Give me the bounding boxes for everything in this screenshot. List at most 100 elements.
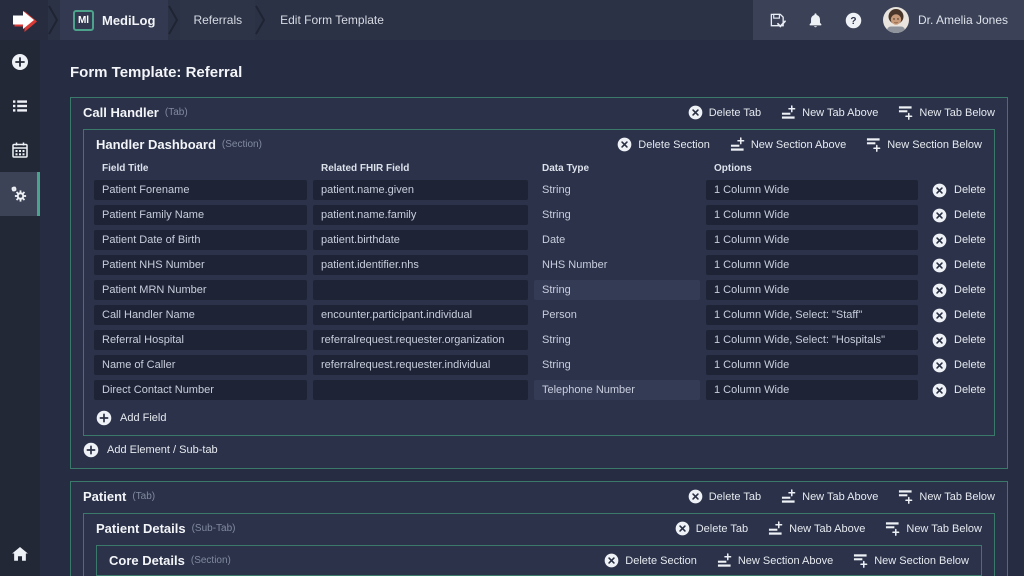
user-menu[interactable]: Dr. Amelia Jones <box>883 7 1008 33</box>
add-field-button[interactable]: Add Field <box>84 405 994 435</box>
data-type-value[interactable]: Person <box>534 305 700 325</box>
data-type-value[interactable]: String <box>534 355 700 375</box>
chevron-divider <box>255 0 267 40</box>
new-tab-above-button[interactable]: New Tab Above <box>781 489 878 504</box>
delete-field-button[interactable]: Delete <box>924 233 986 248</box>
delete-field-button[interactable]: Delete <box>924 383 986 398</box>
fhir-field-input[interactable]: patient.identifier.nhs <box>313 255 528 275</box>
new-tab-above-button[interactable]: New Tab Above <box>768 521 865 536</box>
options-input[interactable]: 1 Column Wide <box>706 230 918 250</box>
list-icon <box>11 97 29 115</box>
delete-field-button[interactable]: Delete <box>924 183 986 198</box>
options-input[interactable]: 1 Column Wide <box>706 205 918 225</box>
fhir-field-input[interactable] <box>313 380 528 400</box>
new-tab-below-button[interactable]: New Tab Below <box>885 521 982 536</box>
brand[interactable]: Ml MediLog <box>60 0 168 40</box>
data-type-value[interactable]: Date <box>534 230 700 250</box>
sidebar-item-settings[interactable] <box>0 172 40 216</box>
add-element-subtab-button[interactable]: Add Element / Sub-tab <box>83 442 995 458</box>
delete-tab-button[interactable]: Delete Tab <box>688 105 761 120</box>
field-title-input[interactable]: Referral Hospital <box>94 330 307 350</box>
delete-section-button[interactable]: Delete Section <box>617 137 710 152</box>
field-title-input[interactable]: Patient Family Name <box>94 205 307 225</box>
x-circle-icon <box>688 489 703 504</box>
sidebar-item-list[interactable] <box>0 84 40 128</box>
delete-field-button[interactable]: Delete <box>924 208 986 223</box>
app-logo[interactable] <box>0 0 48 40</box>
new-section-below-button[interactable]: New Section Below <box>866 137 982 152</box>
new-above-icon <box>717 553 732 568</box>
sidebar-item-home[interactable] <box>0 532 40 576</box>
data-type-select[interactable]: String <box>534 280 700 300</box>
field-title-input[interactable]: Patient Forename <box>94 180 307 200</box>
help-icon[interactable] <box>845 12 862 29</box>
notifications-bell-icon[interactable] <box>807 12 824 29</box>
x-circle-icon <box>932 358 947 373</box>
new-above-icon <box>781 489 796 504</box>
field-title-input[interactable]: Call Handler Name <box>94 305 307 325</box>
delete-field-button[interactable]: Delete <box>924 258 986 273</box>
delete-field-button[interactable]: Delete <box>924 308 986 323</box>
chevron-divider <box>168 0 180 40</box>
fhir-field-input[interactable] <box>313 280 528 300</box>
new-tab-below-button[interactable]: New Tab Below <box>898 105 995 120</box>
column-header-field-title: Field Title <box>94 161 307 177</box>
fhir-field-input[interactable]: referralrequest.requester.individual <box>313 355 528 375</box>
delete-field-button[interactable]: Delete <box>924 283 986 298</box>
options-input[interactable]: 1 Column Wide <box>706 255 918 275</box>
options-input[interactable]: 1 Column Wide <box>706 280 918 300</box>
plus-circle-icon <box>96 410 112 426</box>
x-circle-icon <box>604 553 619 568</box>
field-title-input[interactable]: Patient MRN Number <box>94 280 307 300</box>
delete-section-button[interactable]: Delete Section <box>604 553 697 568</box>
options-input[interactable]: 1 Column Wide, Select: "Hospitals" <box>706 330 918 350</box>
data-type-value[interactable]: String <box>534 205 700 225</box>
app-name: MediLog <box>102 13 155 28</box>
delete-tab-button[interactable]: Delete Tab <box>688 489 761 504</box>
fhir-field-input[interactable]: patient.birthdate <box>313 230 528 250</box>
fhir-field-input[interactable]: patient.name.family <box>313 205 528 225</box>
new-above-icon <box>730 137 745 152</box>
field-title-input[interactable]: Direct Contact Number <box>94 380 307 400</box>
breadcrumb-referrals[interactable]: Referrals <box>180 0 255 40</box>
options-input[interactable]: 1 Column Wide <box>706 355 918 375</box>
data-type-value[interactable]: String <box>534 180 700 200</box>
options-input[interactable]: 1 Column Wide, Select: "Staff" <box>706 305 918 325</box>
delete-tab-button[interactable]: Delete Tab <box>675 521 748 536</box>
delete-field-button[interactable]: Delete <box>924 333 986 348</box>
user-name: Dr. Amelia Jones <box>918 13 1008 27</box>
new-tab-below-button[interactable]: New Tab Below <box>898 489 995 504</box>
options-input[interactable]: 1 Column Wide <box>706 380 918 400</box>
data-type-value[interactable]: String <box>534 330 700 350</box>
options-input[interactable]: 1 Column Wide <box>706 180 918 200</box>
new-tab-below-label: New Tab Below <box>919 491 995 503</box>
sidebar-item-add[interactable] <box>0 40 40 84</box>
navbar-right: Dr. Amelia Jones <box>753 0 1024 40</box>
delete-tab-label: Delete Tab <box>709 491 761 503</box>
breadcrumb-edit-form-template[interactable]: Edit Form Template <box>267 0 397 40</box>
new-section-above-button[interactable]: New Section Above <box>730 137 846 152</box>
delete-field-button[interactable]: Delete <box>924 358 986 373</box>
fhir-field-input[interactable]: encounter.participant.individual <box>313 305 528 325</box>
new-section-above-button[interactable]: New Section Above <box>717 553 833 568</box>
field-title-input[interactable]: Name of Caller <box>94 355 307 375</box>
x-circle-icon <box>932 308 947 323</box>
fhir-field-input[interactable]: patient.name.given <box>313 180 528 200</box>
fhir-field-input[interactable]: referralrequest.requester.organization <box>313 330 528 350</box>
x-circle-icon <box>932 208 947 223</box>
new-tab-above-button[interactable]: New Tab Above <box>781 105 878 120</box>
save-check-icon[interactable] <box>769 12 786 29</box>
sidebar-item-calendar[interactable] <box>0 128 40 172</box>
new-section-above-label: New Section Above <box>751 139 846 151</box>
delete-label: Delete <box>954 209 986 221</box>
new-section-below-button[interactable]: New Section Below <box>853 553 969 568</box>
add-field-label: Add Field <box>120 412 166 424</box>
table-row: Patient MRN Number String 1 Column Wide … <box>94 280 984 300</box>
data-type-value[interactable]: NHS Number <box>534 255 700 275</box>
field-title-input[interactable]: Patient Date of Birth <box>94 230 307 250</box>
table-row: Patient Family Name patient.name.family … <box>94 205 984 225</box>
field-title-input[interactable]: Patient NHS Number <box>94 255 307 275</box>
settings-gears-icon <box>10 185 28 203</box>
main-content: Form Template: Referral Call Handler (Ta… <box>40 40 1024 576</box>
data-type-select[interactable]: Telephone Number <box>534 380 700 400</box>
